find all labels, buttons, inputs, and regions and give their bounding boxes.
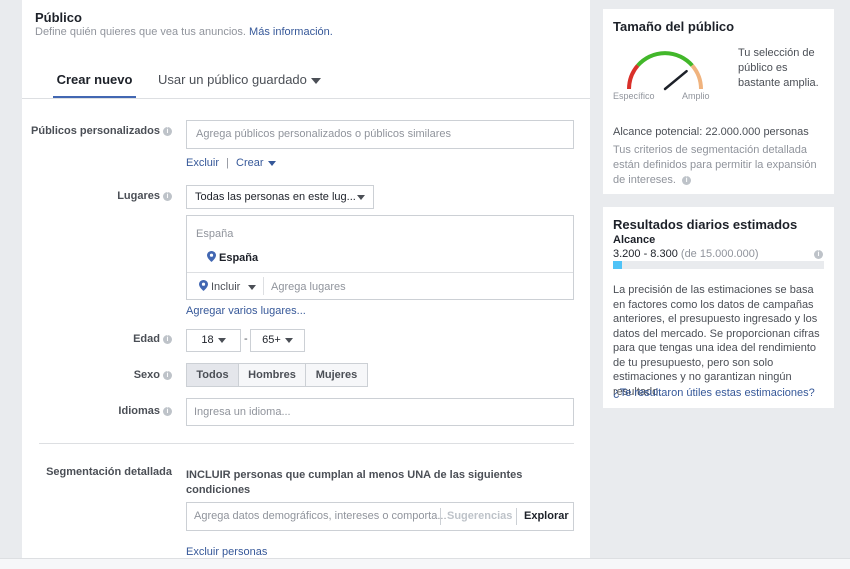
daily-results-title: Resultados diarios estimados bbox=[613, 217, 798, 232]
chevron-down-icon bbox=[267, 160, 276, 166]
feedback-link[interactable]: ¿Te resultaron útiles estas estimaciones… bbox=[613, 387, 815, 399]
page-subtitle: Define quién quieres que vea tus anuncio… bbox=[35, 26, 333, 38]
add-locations-placeholder: Agrega lugares bbox=[271, 281, 346, 293]
add-locations-input[interactable]: Agrega lugares bbox=[271, 281, 346, 293]
gauge-left-label: Específico bbox=[613, 91, 655, 101]
detailed-targeting-placeholder: Agrega datos demográficos, intereses o c… bbox=[194, 510, 447, 522]
tab-create-new-label: Crear nuevo bbox=[56, 72, 133, 87]
age-label-text: Edad bbox=[133, 333, 160, 345]
suggestions-button[interactable]: Sugerencias bbox=[447, 510, 512, 522]
create-link-label: Crear bbox=[236, 157, 264, 169]
age-min-dropdown[interactable]: 18 bbox=[186, 329, 241, 352]
gender-men-button[interactable]: Hombres bbox=[238, 363, 306, 387]
exclude-link[interactable]: Excluir bbox=[186, 157, 219, 169]
reach-range: 3.200 - 8.300 bbox=[613, 248, 678, 260]
gender-men-label: Hombres bbox=[248, 369, 296, 381]
reach-label: Alcance bbox=[613, 234, 656, 246]
location-pin-icon bbox=[199, 280, 208, 291]
location-country-header: España bbox=[196, 228, 234, 240]
selected-location[interactable]: España bbox=[207, 251, 258, 264]
info-icon[interactable]: i bbox=[814, 250, 823, 259]
daily-results-panel: Resultados diarios estimados Alcance 3.2… bbox=[603, 207, 834, 408]
gender-label: Sexo i bbox=[22, 369, 172, 381]
locations-label-text: Lugares bbox=[117, 190, 160, 202]
chevron-down-icon bbox=[310, 77, 321, 84]
locations-dropdown-value: Todas las personas en este lug... bbox=[195, 191, 356, 203]
gauge-meter bbox=[627, 51, 703, 91]
subtitle-text: Define quién quieres que vea tus anuncio… bbox=[35, 26, 246, 38]
detailed-targeting-description-text: INCLUIR personas que cumplan al menos UN… bbox=[186, 469, 523, 496]
include-dropdown[interactable]: Incluir bbox=[199, 280, 257, 293]
age-max-value: 65+ bbox=[262, 334, 281, 346]
languages-label-text: Idiomas bbox=[118, 405, 160, 417]
audience-size-title: Tamaño del público bbox=[613, 19, 735, 34]
explore-button[interactable]: Explorar bbox=[524, 510, 569, 522]
suggestions-separator bbox=[440, 508, 441, 525]
custom-audiences-label-text: Públicos personalizados bbox=[31, 125, 160, 137]
age-label: Edad i bbox=[22, 333, 172, 345]
locations-label: Lugares i bbox=[22, 190, 172, 202]
gender-label-text: Sexo bbox=[133, 369, 160, 381]
info-icon[interactable]: i bbox=[163, 126, 172, 136]
languages-placeholder: Ingresa un idioma... bbox=[194, 406, 291, 418]
custom-audiences-label: Públicos personalizados i bbox=[22, 125, 172, 137]
info-icon[interactable]: i bbox=[163, 191, 172, 201]
detailed-targeting-label-text: Segmentación detallada bbox=[46, 466, 172, 478]
action-separator: | bbox=[226, 157, 229, 169]
tab-saved-audience-label: Usar un público guardado bbox=[158, 72, 307, 87]
location-pin-icon bbox=[207, 251, 216, 262]
expansion-note-text: Tus criterios de segmentación detallada … bbox=[613, 144, 817, 186]
gender-all-label: Todos bbox=[196, 369, 229, 381]
estimate-note: La precisión de las estimaciones se basa… bbox=[613, 284, 820, 398]
chevron-down-icon bbox=[357, 195, 365, 200]
gender-women-button[interactable]: Mujeres bbox=[305, 363, 368, 387]
custom-audiences-placeholder: Agrega públicos personalizados o público… bbox=[196, 128, 451, 140]
chevron-down-icon bbox=[217, 337, 226, 343]
explore-separator bbox=[516, 508, 517, 525]
gauge-right-label: Amplio bbox=[682, 91, 710, 101]
exclude-people-link[interactable]: Excluir personas bbox=[186, 546, 267, 558]
section-divider bbox=[39, 443, 574, 444]
audience-size-panel: Tamaño del público Específico Amplio Tu … bbox=[603, 9, 834, 194]
info-icon[interactable]: i bbox=[163, 370, 172, 380]
locations-box: España España Incluir Agrega lugares bbox=[186, 215, 574, 300]
potential-reach: Alcance potencial: 22.000.000 personas bbox=[613, 126, 809, 138]
include-value: Incluir bbox=[211, 281, 241, 293]
more-info-link[interactable]: Más información. bbox=[249, 26, 333, 38]
bottom-bar bbox=[0, 558, 850, 569]
info-icon[interactable]: i bbox=[163, 406, 172, 416]
create-link[interactable]: Crear bbox=[236, 157, 276, 169]
locations-divider bbox=[187, 272, 573, 273]
gender-women-label: Mujeres bbox=[315, 369, 358, 381]
chevron-down-icon bbox=[284, 337, 293, 343]
audience-size-description: Tu selección de público es bastante ampl… bbox=[738, 47, 819, 89]
languages-label: Idiomas i bbox=[22, 405, 172, 417]
custom-audiences-actions: Excluir | Crear bbox=[186, 157, 276, 169]
age-max-dropdown[interactable]: 65+ bbox=[250, 329, 305, 352]
page-title: Público bbox=[35, 10, 82, 25]
add-multiple-locations-link[interactable]: Agregar varios lugares... bbox=[186, 305, 306, 317]
locations-dropdown[interactable]: Todas las personas en este lug... bbox=[186, 185, 374, 209]
selected-location-text: España bbox=[219, 252, 259, 264]
languages-input[interactable]: Ingresa un idioma... bbox=[186, 398, 574, 426]
custom-audiences-input[interactable]: Agrega públicos personalizados o público… bbox=[186, 120, 574, 149]
reach-bar-track bbox=[613, 261, 824, 269]
expansion-note: Tus criterios de segmentación detallada … bbox=[613, 143, 818, 188]
detailed-targeting-label: Segmentación detallada bbox=[22, 466, 172, 478]
tab-saved-audience[interactable]: Usar un público guardado bbox=[158, 72, 321, 98]
info-icon[interactable]: i bbox=[682, 175, 692, 185]
chevron-down-icon bbox=[248, 284, 257, 290]
reach-total: (de 15.000.000) bbox=[680, 248, 759, 260]
tab-create-new[interactable]: Crear nuevo bbox=[53, 72, 136, 98]
tab-divider bbox=[22, 98, 590, 99]
gauge-needle bbox=[663, 69, 688, 91]
include-separator bbox=[263, 277, 264, 295]
audience-panel: Público Define quién quieres que vea tus… bbox=[22, 0, 590, 558]
age-min-value: 18 bbox=[201, 334, 214, 346]
age-dash: - bbox=[244, 333, 248, 345]
reach-values: 3.200 - 8.300 (de 15.000.000) bbox=[613, 248, 759, 260]
gender-all-button[interactable]: Todos bbox=[186, 363, 239, 387]
reach-bar-fill bbox=[613, 261, 623, 269]
info-icon[interactable]: i bbox=[163, 334, 172, 344]
